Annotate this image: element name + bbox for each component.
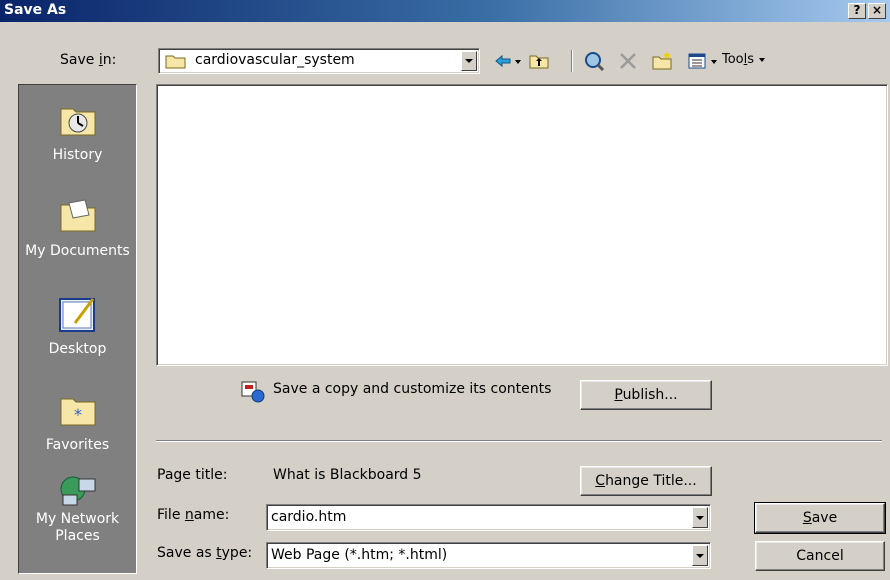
file-list-view[interactable] (156, 84, 888, 366)
views-icon (688, 53, 706, 69)
toolbar-separator (571, 50, 573, 72)
place-my-network-places-label: My Network Places (35, 511, 120, 544)
place-favorites-label: Favorites (45, 437, 110, 453)
file-name-input[interactable]: cardio.htm (266, 504, 711, 531)
place-desktop-label: Desktop (48, 341, 107, 357)
desktop-icon (58, 298, 95, 332)
place-favorites[interactable]: * Favorites (19, 391, 136, 453)
publish-icon (241, 381, 265, 403)
up-one-level-button[interactable] (528, 50, 550, 72)
page-title-label: Page title: (157, 467, 228, 483)
folder-icon (165, 55, 186, 69)
save-in-label: Save in: (60, 52, 117, 68)
network-places-icon (60, 476, 95, 506)
tools-dropdown-icon (759, 57, 766, 62)
place-my-network-places[interactable]: My Network Places (19, 471, 136, 545)
save-as-type-value: Web Page (*.htm; *.html) (271, 547, 448, 563)
back-button[interactable] (492, 50, 514, 72)
svg-text:*: * (74, 405, 82, 424)
save-button[interactable]: Save (754, 502, 886, 534)
new-folder-icon (652, 51, 672, 70)
delete-icon (620, 53, 636, 69)
places-bar: History My Documents Desktop * Favorites (18, 84, 137, 574)
dialog-title: Save As (4, 2, 67, 18)
close-button[interactable]: × (868, 3, 886, 19)
file-name-value[interactable]: cardio.htm (271, 509, 346, 525)
views-button[interactable] (686, 50, 708, 72)
search-web-button[interactable] (583, 50, 605, 72)
search-web-icon (585, 52, 605, 72)
up-folder-icon (529, 55, 549, 69)
favorites-icon: * (60, 398, 95, 426)
history-icon (60, 108, 95, 136)
chevron-down-icon[interactable] (692, 545, 708, 566)
place-desktop[interactable]: Desktop (19, 295, 136, 357)
help-icon: ? (853, 3, 861, 17)
publish-button[interactable]: Publish... (580, 380, 712, 410)
save-in-dropdown[interactable]: cardiovascular_system (158, 48, 480, 74)
separator (156, 440, 882, 442)
new-folder-button[interactable] (651, 50, 673, 72)
back-dropdown-icon[interactable] (515, 60, 521, 64)
back-arrow-icon (495, 54, 511, 68)
title-bar: Save As ? × (0, 0, 890, 22)
page-title-value: What is Blackboard 5 (273, 467, 422, 483)
save-as-type-dropdown[interactable]: Web Page (*.htm; *.html) (266, 542, 711, 569)
save-as-type-label: Save as type: (157, 545, 253, 561)
help-button[interactable]: ? (848, 3, 866, 19)
chevron-down-icon[interactable] (461, 51, 477, 71)
cancel-button[interactable]: Cancel (755, 541, 885, 571)
save-as-dialog: Save As ? × Save in: cardiovascular_syst… (0, 0, 890, 580)
delete-button[interactable] (617, 50, 639, 72)
place-history[interactable]: History (19, 101, 136, 163)
save-in-value: cardiovascular_system (195, 52, 355, 68)
file-name-label: File name: (157, 507, 230, 523)
publish-description: Save a copy and customize its contents (273, 381, 552, 397)
place-my-documents[interactable]: My Documents (19, 197, 136, 259)
close-icon: × (871, 3, 883, 17)
change-title-button[interactable]: Change Title... (580, 466, 712, 496)
place-my-documents-label: My Documents (25, 243, 130, 259)
tools-menu[interactable]: Tools (722, 52, 766, 67)
place-history-label: History (52, 147, 103, 163)
views-dropdown-icon[interactable] (711, 60, 717, 64)
my-documents-icon (60, 199, 95, 232)
chevron-down-icon[interactable] (692, 507, 708, 528)
